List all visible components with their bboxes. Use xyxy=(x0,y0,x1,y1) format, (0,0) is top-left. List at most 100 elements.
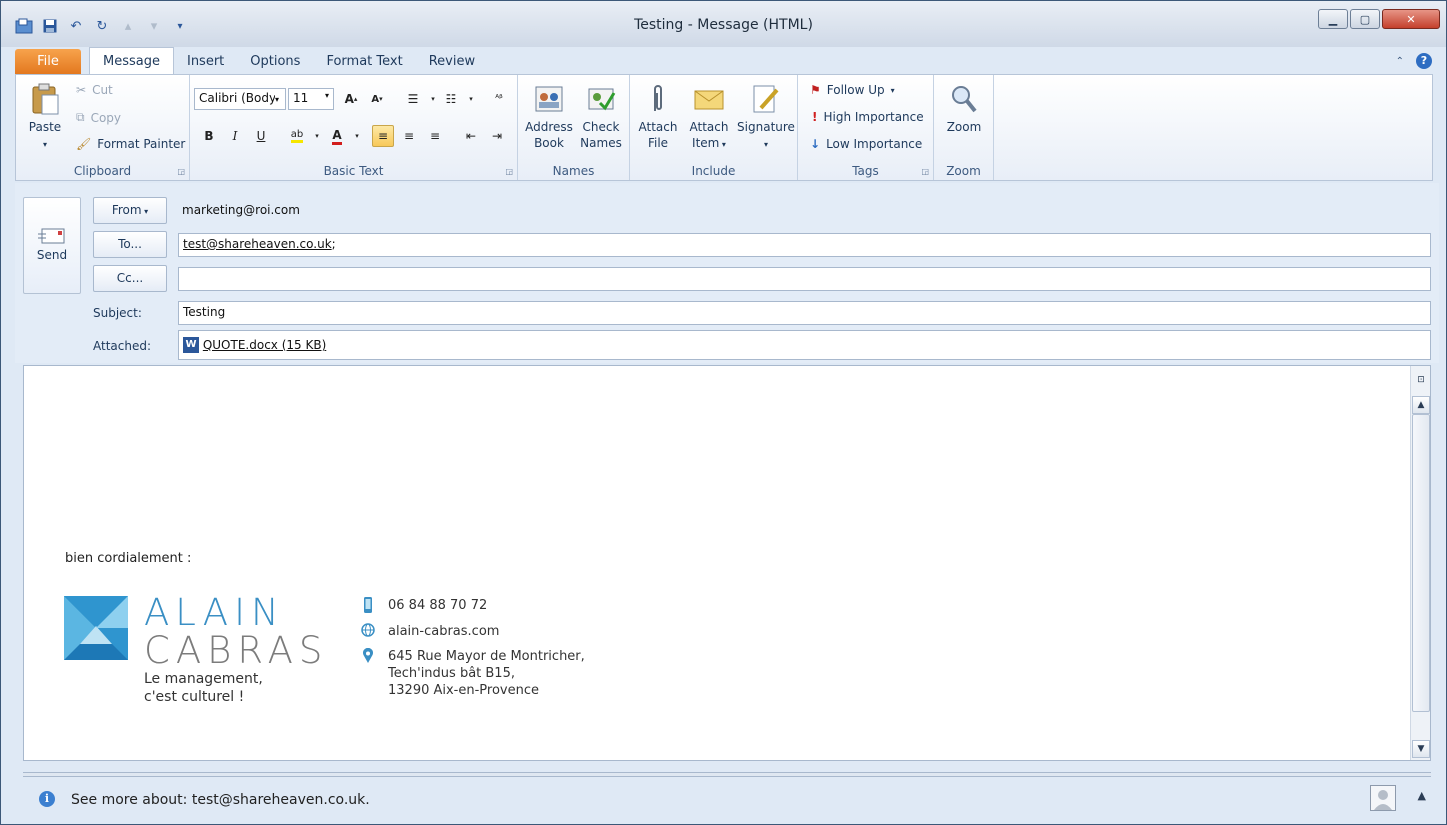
attach-item-dropdown-icon: ▾ xyxy=(719,140,726,149)
italic-icon[interactable]: I xyxy=(224,125,246,147)
cc-button[interactable]: Cc... xyxy=(93,265,167,292)
underline-icon[interactable]: U xyxy=(250,125,272,147)
attach-file-label-1: Attach xyxy=(638,120,678,134)
from-button[interactable]: From ▾ xyxy=(93,197,167,224)
font-size-value: 11 xyxy=(293,91,309,105)
font-color-dropdown-icon[interactable]: ▾ xyxy=(346,125,368,147)
contact-address: 645 Rue Mayor de Montricher, Tech'indus … xyxy=(360,648,585,699)
from-label: From xyxy=(111,203,142,217)
attach-file-label-2: File xyxy=(647,136,669,150)
increase-indent-icon[interactable]: ⇥ xyxy=(486,125,508,147)
numbering-icon[interactable]: ☷ xyxy=(440,88,462,110)
signature-label: Signature xyxy=(737,120,795,134)
ribbon-right-controls: ⌃ ? xyxy=(1396,53,1432,69)
ruler-icon[interactable]: ⊡ xyxy=(1412,372,1430,390)
tags-launcher-icon[interactable]: ◲ xyxy=(921,167,929,176)
ribbon-tabs: File Message Insert Options Format Text … xyxy=(15,47,488,74)
attach-item-label-2: Item xyxy=(692,136,720,150)
paste-label: Paste xyxy=(28,120,62,134)
basic-text-launcher-icon[interactable]: ◲ xyxy=(505,167,513,176)
shrink-font-icon[interactable]: A ▾ xyxy=(366,88,388,110)
tab-insert[interactable]: Insert xyxy=(174,49,237,74)
clipboard-launcher-icon[interactable]: ◲ xyxy=(177,167,185,176)
size-dropdown-icon: ▾ xyxy=(324,91,329,100)
message-header: Send From ▾ marketing@roi.com To... test… xyxy=(15,183,1439,363)
send-button[interactable]: Send xyxy=(23,197,81,294)
subject-field[interactable]: Testing xyxy=(178,301,1431,325)
address-book-label-1: Address xyxy=(525,120,573,134)
bullets-icon[interactable]: ☰ xyxy=(402,88,424,110)
attach-file-button[interactable]: Attach File xyxy=(634,83,682,151)
include-group: Attach File Attach Item ▾ Signature ▾ In… xyxy=(630,75,798,180)
close-button[interactable]: ✕ xyxy=(1382,9,1440,29)
from-value: marketing@roi.com xyxy=(182,203,300,217)
brand-line-2: CABRAS xyxy=(144,629,329,672)
highlight-icon[interactable]: ab xyxy=(286,125,308,147)
highlight-dropdown-icon[interactable]: ▾ xyxy=(306,125,328,147)
follow-up-button[interactable]: ⚑ Follow Up ▾ xyxy=(810,83,895,97)
numbering-dropdown-icon[interactable]: ▾ xyxy=(460,88,482,110)
attached-field: W QUOTE.docx (15 KB) xyxy=(178,330,1431,360)
scroll-thumb[interactable] xyxy=(1412,414,1430,712)
tab-message[interactable]: Message xyxy=(89,47,174,74)
to-recipient[interactable]: test@shareheaven.co.uk xyxy=(183,237,332,251)
ribbon: Paste ▾ ✂ Cut ⧉ Copy 🖌 Format Painter Cl… xyxy=(15,74,1433,181)
align-right-icon[interactable]: ≡ xyxy=(424,125,446,147)
cc-field[interactable] xyxy=(178,267,1431,291)
align-center-icon[interactable]: ≡ xyxy=(398,125,420,147)
names-group: Address Book Check Names Names xyxy=(518,75,630,180)
attachment-link[interactable]: QUOTE.docx (15 KB) xyxy=(203,338,326,352)
to-separator: ; xyxy=(331,237,336,251)
window-title: Testing - Message (HTML) xyxy=(634,17,813,33)
word-doc-icon: W xyxy=(183,337,199,353)
person-avatar-icon[interactable] xyxy=(1370,785,1396,811)
body-scrollbar[interactable]: ⊡ ▲ ▼ xyxy=(1410,366,1430,760)
from-dropdown-icon: ▾ xyxy=(141,207,149,216)
clear-formatting-icon[interactable]: ᴬᵝ xyxy=(488,88,510,110)
tab-review[interactable]: Review xyxy=(416,49,488,74)
send-label: Send xyxy=(36,248,68,262)
low-importance-button[interactable]: ↓ Low Importance xyxy=(810,137,922,151)
decrease-indent-icon[interactable]: ⇤ xyxy=(460,125,482,147)
minimize-ribbon-icon[interactable]: ⌃ xyxy=(1396,56,1404,67)
high-importance-label: High Importance xyxy=(823,110,924,124)
scroll-up-button[interactable]: ▲ xyxy=(1412,396,1430,414)
expand-people-pane-icon[interactable]: ▲ xyxy=(1418,789,1426,802)
see-more-text[interactable]: See more about: test@shareheaven.co.uk. xyxy=(71,792,370,808)
title-bar: ↶ ↻ ▴ ▾ ▾ Testing - Message (HTML) ▁ ▢ ✕ xyxy=(1,1,1446,47)
help-icon[interactable]: ? xyxy=(1416,53,1432,69)
cut-button[interactable]: ✂ Cut xyxy=(76,83,113,97)
format-painter-button[interactable]: 🖌 Format Painter xyxy=(76,137,185,151)
minimize-button[interactable]: ▁ xyxy=(1318,9,1348,29)
font-color-icon[interactable]: A xyxy=(326,125,348,147)
attach-item-button[interactable]: Attach Item ▾ xyxy=(684,83,734,153)
attach-item-label-1: Attach xyxy=(689,120,729,134)
copy-button[interactable]: ⧉ Copy xyxy=(76,110,121,125)
phone-icon xyxy=(360,597,376,614)
window-controls: ▁ ▢ ✕ xyxy=(1318,9,1440,29)
bold-icon[interactable]: B xyxy=(198,125,220,147)
address-book-button[interactable]: Address Book xyxy=(522,83,576,151)
address-block: 645 Rue Mayor de Montricher, Tech'indus … xyxy=(388,648,585,699)
font-name-combo[interactable]: Calibri (Body)▾ xyxy=(194,88,286,110)
font-size-combo[interactable]: 11 ▾ xyxy=(288,88,334,110)
high-importance-button[interactable]: ! High Importance xyxy=(812,110,924,124)
to-button[interactable]: To... xyxy=(93,231,167,258)
align-left-icon[interactable]: ≡ xyxy=(372,125,394,147)
message-body[interactable]: bien cordialement : ALAIN CABRAS Le mana… xyxy=(23,365,1431,761)
tab-format-text[interactable]: Format Text xyxy=(313,49,415,74)
zoom-button[interactable]: Zoom xyxy=(940,83,988,135)
paste-button[interactable]: Paste ▾ xyxy=(24,83,66,153)
to-field[interactable]: test@shareheaven.co.uk; xyxy=(178,233,1431,257)
names-group-label: Names xyxy=(552,164,595,178)
scroll-down-button[interactable]: ▼ xyxy=(1412,740,1430,758)
maximize-button[interactable]: ▢ xyxy=(1350,9,1380,29)
tab-options[interactable]: Options xyxy=(237,49,313,74)
check-names-button[interactable]: Check Names xyxy=(576,83,626,151)
people-pane-splitter[interactable] xyxy=(23,772,1431,777)
exclamation-icon: ! xyxy=(812,110,818,124)
signature-button[interactable]: Signature ▾ xyxy=(736,83,796,153)
globe-icon xyxy=(360,623,376,640)
tab-file[interactable]: File xyxy=(15,49,81,74)
grow-font-icon[interactable]: A ▴ xyxy=(340,88,362,110)
